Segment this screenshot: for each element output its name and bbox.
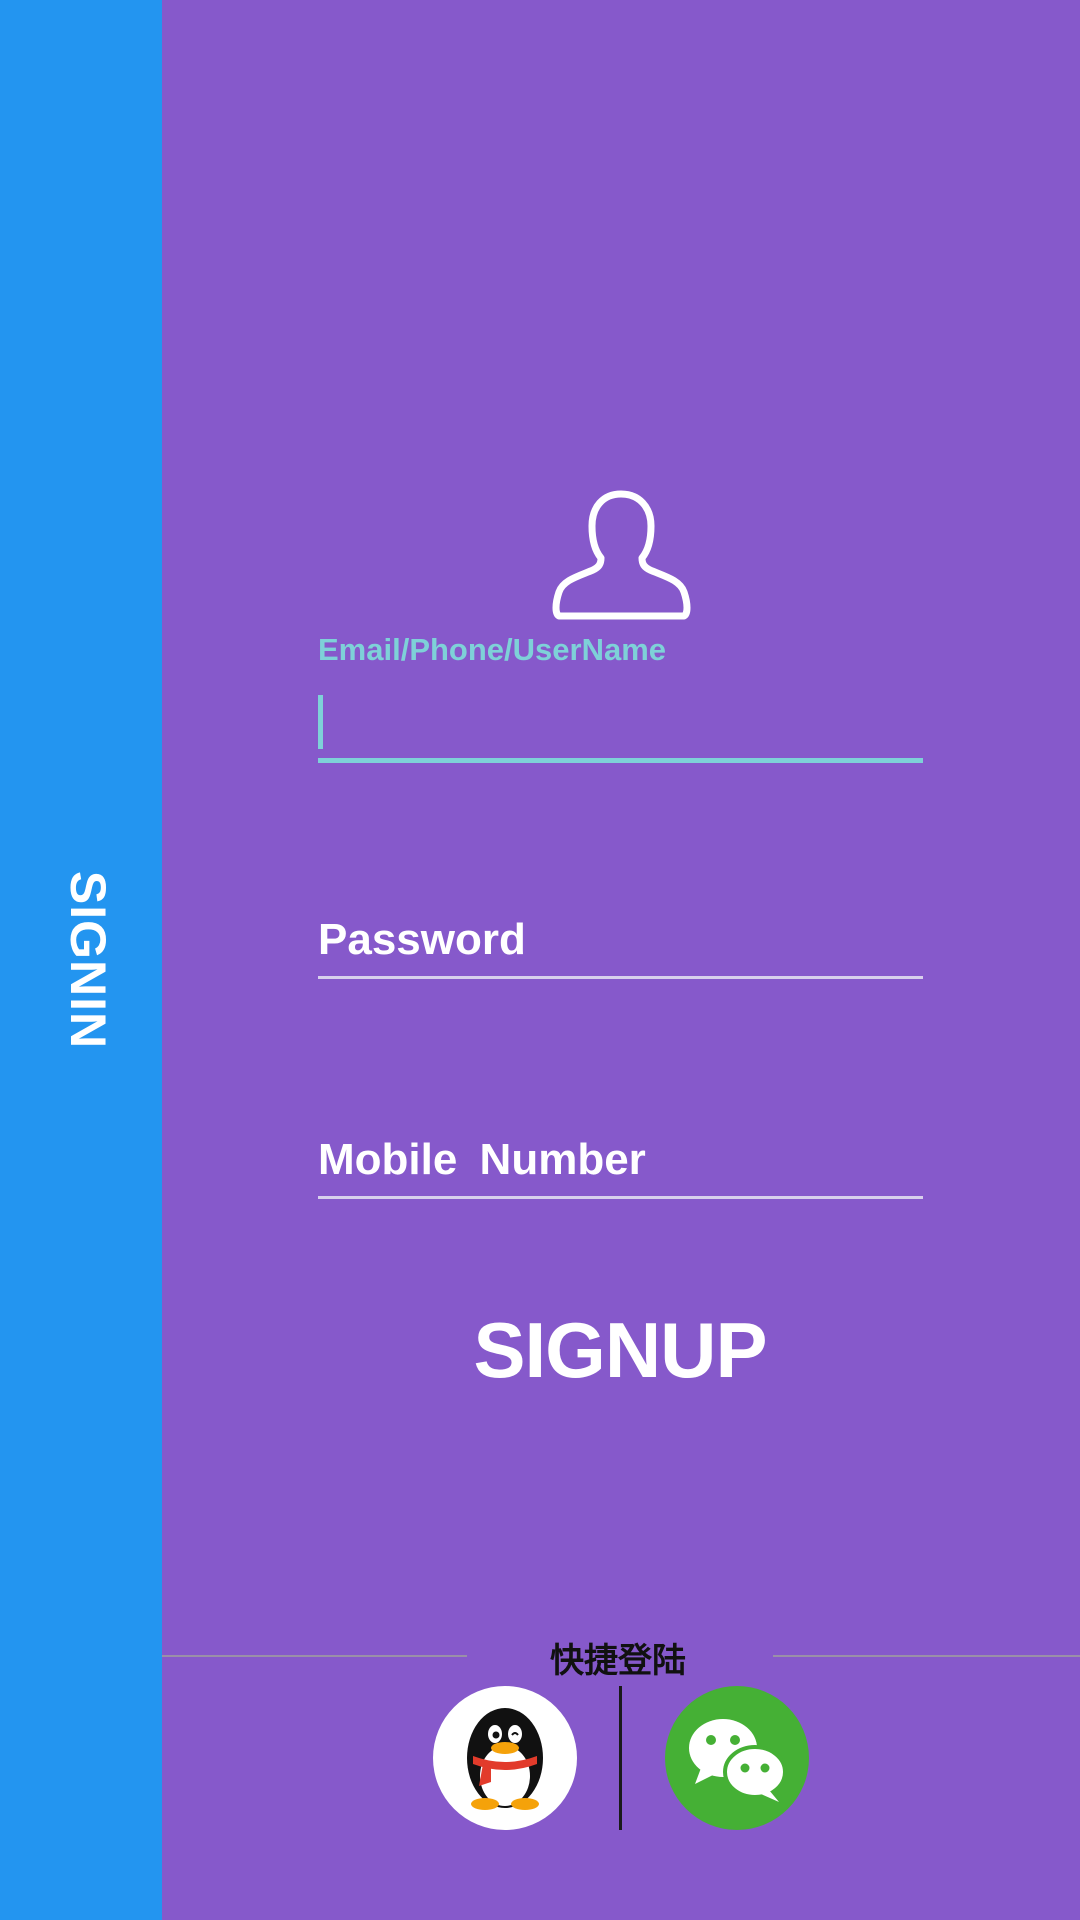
quick-login-divider-right: [773, 1655, 1080, 1657]
text-cursor: [318, 695, 323, 749]
wechat-login-button[interactable]: [665, 1686, 809, 1830]
password-field-label: Password: [318, 915, 526, 964]
qq-login-button[interactable]: [433, 1686, 577, 1830]
quick-login-title: 快捷登陆: [550, 1641, 686, 1681]
username-field-label: Email/Phone/UserName: [318, 632, 667, 667]
signin-tab-label[interactable]: SIGNIN: [59, 871, 117, 1049]
signup-button[interactable]: SIGNUP: [390, 1305, 850, 1395]
signin-side-tab[interactable]: SIGNIN: [0, 0, 162, 1920]
social-divider: [619, 1686, 622, 1830]
user-silhouette-icon: [552, 490, 691, 620]
password-input[interactable]: [318, 960, 923, 979]
wechat-bubbles-icon: [689, 1719, 787, 1802]
mobile-number-input[interactable]: [318, 1180, 923, 1199]
quick-login-divider-left: [162, 1655, 467, 1657]
qq-penguin-icon: [467, 1708, 543, 1810]
username-input[interactable]: [318, 690, 923, 763]
mobile-field-label: Mobile Number: [318, 1135, 646, 1184]
